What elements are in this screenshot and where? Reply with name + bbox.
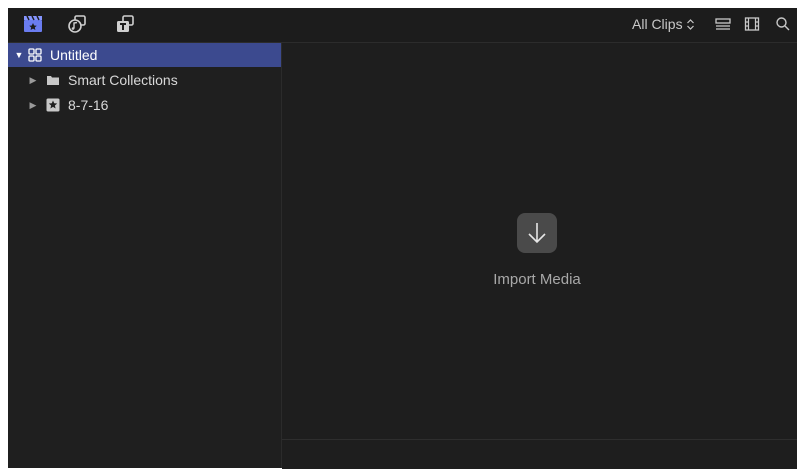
clips-filter-dropdown[interactable]: All Clips xyxy=(632,16,695,32)
import-media-button[interactable] xyxy=(517,213,557,253)
star-event-icon xyxy=(44,97,62,113)
folder-icon xyxy=(44,72,62,88)
library-sidebar: ▼ Untitled ▶ Smart Collections ▶ 8-7-16 xyxy=(8,43,282,468)
browser-area: Import Media xyxy=(282,43,797,438)
sidebar-item-smart-collections[interactable]: ▶ Smart Collections xyxy=(8,68,178,92)
library-grid-icon xyxy=(26,47,44,63)
clips-filter-label: All Clips xyxy=(632,16,683,32)
disclosure-expanded-icon[interactable]: ▼ xyxy=(12,50,26,60)
sidebar-item-label: Smart Collections xyxy=(68,72,178,88)
chevron-updown-icon xyxy=(686,18,694,30)
import-media-label[interactable]: Import Media xyxy=(462,271,612,288)
toolbar: All Clips xyxy=(8,8,797,43)
sidebar-item-untitled-library[interactable]: ▼ Untitled xyxy=(8,43,281,67)
down-arrow-icon xyxy=(528,223,546,244)
filmstrip-view-icon[interactable] xyxy=(741,13,763,35)
app-window: All Clips ▼ Untitled ▶ Smart Collections… xyxy=(8,8,797,469)
titles-and-generators-icon[interactable] xyxy=(114,13,136,35)
photos-and-audio-icon[interactable] xyxy=(66,13,88,35)
sidebar-item-label: 8-7-16 xyxy=(68,97,109,113)
search-icon[interactable] xyxy=(772,13,794,35)
sidebar-item-label: Untitled xyxy=(50,47,98,63)
disclosure-collapsed-icon[interactable]: ▶ xyxy=(26,100,40,111)
sidebar-item-event-8-7-16[interactable]: ▶ 8-7-16 xyxy=(8,93,109,117)
browser-footer xyxy=(282,439,797,469)
libraries-icon[interactable] xyxy=(22,13,44,35)
disclosure-collapsed-icon[interactable]: ▶ xyxy=(26,75,40,86)
list-view-icon[interactable] xyxy=(712,13,734,35)
